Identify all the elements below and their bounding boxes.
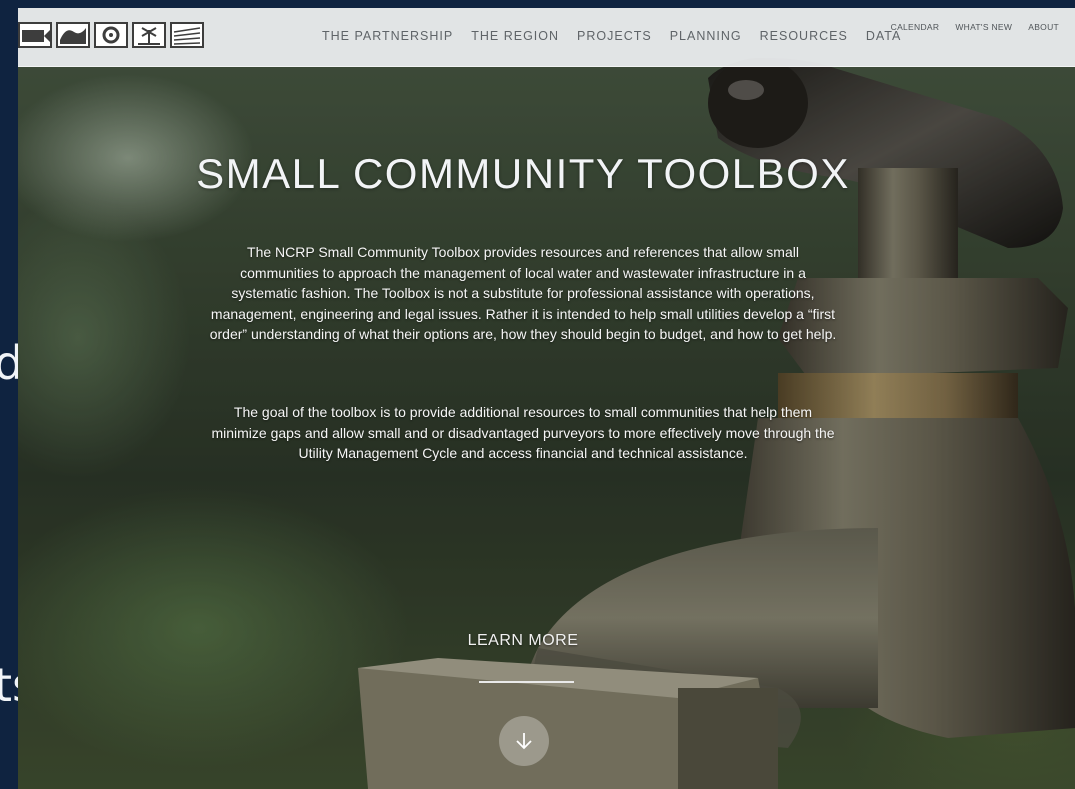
learn-more-underline (479, 681, 574, 683)
nav-item-calendar[interactable]: CALENDAR (891, 22, 940, 32)
website-screenshot: THE PARTNERSHIP THE REGION PROJECTS PLAN… (18, 8, 1075, 789)
arrow-down-icon (516, 733, 532, 750)
nav-item-region[interactable]: THE REGION (471, 29, 559, 43)
nav-item-resources[interactable]: RESOURCES (760, 29, 848, 43)
learn-more-link[interactable]: LEARN MORE (448, 632, 598, 650)
nav-item-planning[interactable]: PLANNING (670, 29, 742, 43)
main-menu: THE PARTNERSHIP THE REGION PROJECTS PLAN… (322, 29, 901, 43)
windmill-icon (132, 22, 166, 48)
utility-menu: CALENDAR WHAT'S NEW ABOUT (891, 22, 1059, 32)
intro-paragraph: The NCRP Small Community Toolbox provide… (209, 244, 837, 342)
site-logo[interactable] (18, 22, 204, 48)
goal-paragraph: The goal of the toolbox is to provide ad… (211, 404, 835, 461)
fish-icon (18, 22, 52, 48)
nav-item-whats-new[interactable]: WHAT'S NEW (955, 22, 1012, 32)
scroll-down-button[interactable] (499, 716, 549, 766)
nav-item-projects[interactable]: PROJECTS (577, 29, 652, 43)
nav-item-about[interactable]: ABOUT (1028, 22, 1059, 32)
field-icon (170, 22, 204, 48)
wave-icon (56, 22, 90, 48)
page-title: SMALL COMMUNITY TOOLBOX (196, 150, 850, 197)
hero-overlay (18, 8, 1075, 789)
nav-item-partnership[interactable]: THE PARTNERSHIP (322, 29, 453, 43)
gear-icon (94, 22, 128, 48)
top-navigation: THE PARTNERSHIP THE REGION PROJECTS PLAN… (18, 8, 1075, 67)
